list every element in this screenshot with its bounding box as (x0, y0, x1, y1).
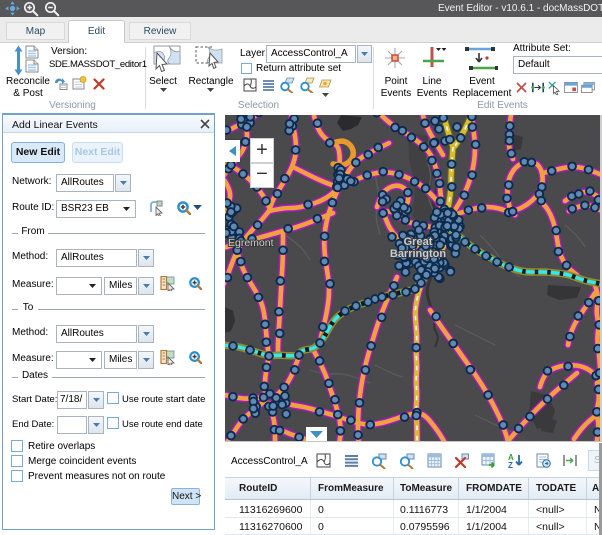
svg-text:Z: Z (508, 461, 513, 469)
svg-text:Barrington: Barrington (390, 248, 447, 260)
svg-text:Great: Great (404, 236, 433, 248)
svg-text:Egremont: Egremont (228, 237, 274, 249)
